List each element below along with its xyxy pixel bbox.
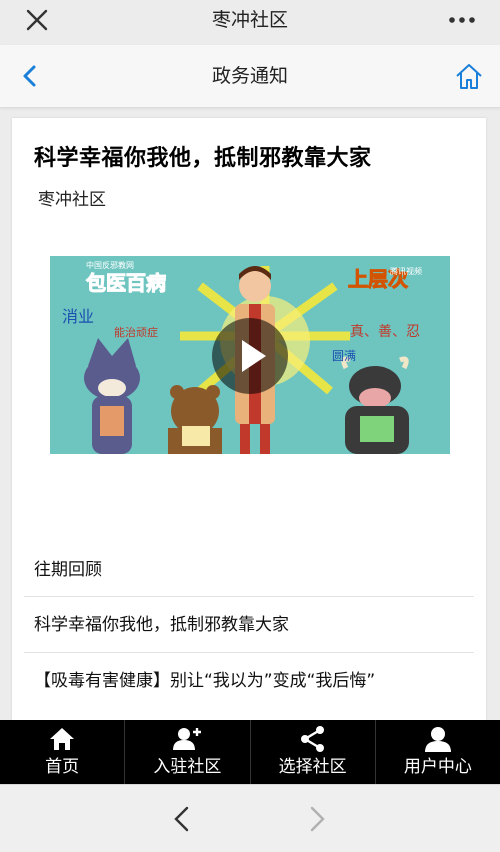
list-item-title: 【吸毒有害健康】别让“我以为”变成“我后悔”	[34, 671, 376, 691]
history-section-label: 往期回顾	[34, 560, 102, 580]
list-item[interactable]: 科学幸福你我他，抵制邪教靠大家	[24, 596, 474, 653]
tab-label: 用户中心	[403, 757, 472, 777]
window-top-bar: 枣冲社区	[0, 0, 500, 40]
home-outline-icon[interactable]	[454, 61, 484, 91]
list-item[interactable]: 【吸毒有害健康】别让“我以为”变成“我后悔”	[24, 652, 474, 709]
browser-nav-bar	[0, 784, 500, 852]
video-text-2: 消业	[62, 307, 94, 326]
page-title: 政务通知	[211, 65, 288, 87]
window-title: 枣冲社区	[211, 9, 288, 31]
video-text-1: 包医百病	[86, 271, 166, 295]
video-text-8: 腾讯视频	[390, 266, 422, 276]
bottom-nav: 首页 入驻社区 选择社区 用户中心	[0, 720, 500, 784]
article-source: 枣冲社区	[38, 190, 106, 210]
article-card: 科学幸福你我他，抵制邪教靠大家 枣冲社区 包医百病 中国反邪教网 消业 能治顽症…	[12, 118, 486, 720]
add-user-icon	[173, 728, 202, 750]
tab-label: 首页	[45, 757, 80, 777]
video-text-7: 圆满	[332, 349, 356, 363]
nav-bar: 政务通知	[0, 45, 500, 108]
more-options-icon[interactable]	[444, 5, 480, 35]
share-icon	[300, 726, 324, 752]
browser-forward-icon[interactable]	[305, 805, 329, 833]
tab-label: 入驻社区	[153, 757, 222, 777]
tab-join-community[interactable]: 入驻社区	[125, 720, 251, 784]
video-player[interactable]: 包医百病 中国反邪教网 消业 能治顽症 上层次 腾讯视频 真、善、忍 圆满	[50, 256, 450, 454]
home-icon	[50, 728, 75, 750]
tab-user-center[interactable]: 用户中心	[376, 720, 500, 784]
play-icon[interactable]	[210, 316, 290, 396]
user-icon	[424, 727, 451, 752]
video-text-6: 中国反邪教网	[86, 260, 134, 270]
video-text-5: 真、善、忍	[350, 324, 420, 340]
tab-home[interactable]: 首页	[0, 720, 126, 784]
tab-label: 选择社区	[278, 757, 347, 777]
video-text-3: 能治顽症	[114, 325, 158, 339]
list-item-title: 科学幸福你我他，抵制邪教靠大家	[34, 615, 289, 635]
article-title: 科学幸福你我他，抵制邪教靠大家	[34, 146, 372, 171]
tab-select-community[interactable]: 选择社区	[251, 720, 376, 784]
browser-back-icon[interactable]	[170, 805, 194, 833]
